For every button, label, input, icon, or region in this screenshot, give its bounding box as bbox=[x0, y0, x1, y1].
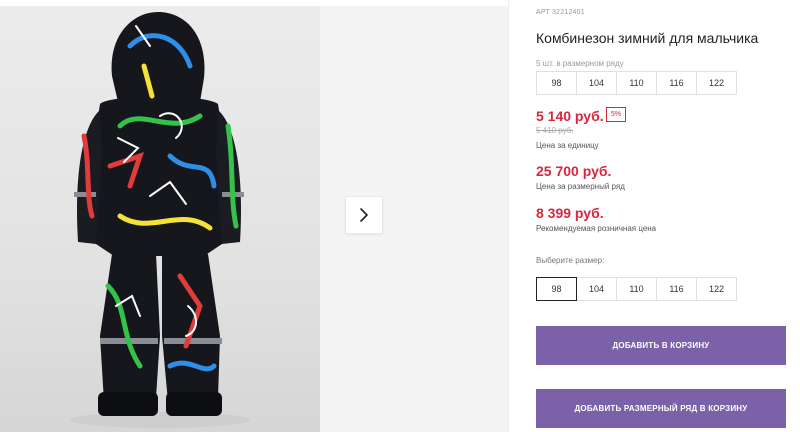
size-option-104[interactable]: 104 bbox=[576, 277, 617, 301]
gallery-divider bbox=[508, 0, 509, 432]
pack-size-cell: 110 bbox=[616, 71, 657, 95]
product-info: АРТ 32212401 Комбинезон зимний для мальч… bbox=[536, 0, 796, 432]
kids-snowsuit-image bbox=[70, 12, 250, 428]
pack-sizes-label: 5 шт. в размерном ряду bbox=[536, 59, 624, 68]
size-option-98[interactable]: 98 bbox=[536, 277, 577, 301]
size-option-110[interactable]: 110 bbox=[616, 277, 657, 301]
unit-price-caption: Цена за единицу bbox=[536, 141, 599, 150]
pack-size-cell: 104 bbox=[576, 71, 617, 95]
pack-size-row: 98 104 110 116 122 bbox=[536, 71, 737, 95]
product-page: АРТ 32212401 Комбинезон зимний для мальч… bbox=[0, 0, 800, 432]
product-photo[interactable] bbox=[0, 6, 320, 432]
pack-size-cell: 122 bbox=[696, 71, 737, 95]
add-to-cart-button[interactable]: ДОБАВИТЬ В КОРЗИНУ bbox=[536, 326, 786, 365]
retail-price: 8 399 руб. bbox=[536, 205, 604, 221]
chevron-right-icon bbox=[360, 208, 368, 222]
size-option-122[interactable]: 122 bbox=[696, 277, 737, 301]
unit-price: 5 140 руб. bbox=[536, 108, 604, 124]
old-price: 5 410 руб. bbox=[536, 126, 574, 135]
pack-size-cell: 98 bbox=[536, 71, 577, 95]
choose-size-label: Выберите размер: bbox=[536, 256, 605, 265]
product-gallery bbox=[0, 0, 508, 432]
gallery-next-button[interactable] bbox=[345, 196, 383, 234]
size-option-116[interactable]: 116 bbox=[656, 277, 697, 301]
pack-size-cell: 116 bbox=[656, 71, 697, 95]
range-price-caption: Цена за размерный ряд bbox=[536, 182, 625, 191]
range-price: 25 700 руб. bbox=[536, 163, 612, 179]
product-title: Комбинезон зимний для мальчика bbox=[536, 30, 759, 46]
retail-price-caption: Рекомендуемая розничная цена bbox=[536, 224, 657, 233]
size-selector: 98 104 110 116 122 bbox=[536, 277, 737, 301]
add-size-range-to-cart-button[interactable]: ДОБАВИТЬ РАЗМЕРНЫЙ РЯД В КОРЗИНУ bbox=[536, 389, 786, 428]
article-number: АРТ 32212401 bbox=[536, 9, 585, 16]
discount-badge: 5% bbox=[606, 107, 627, 122]
